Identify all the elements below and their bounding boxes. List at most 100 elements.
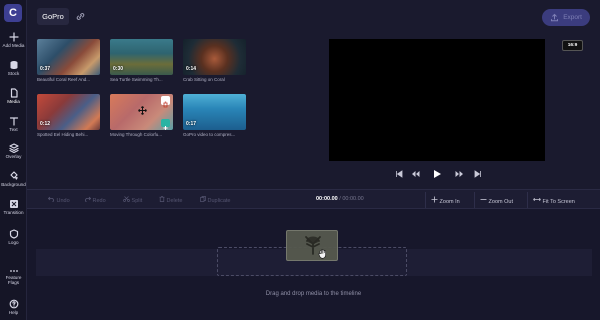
media-caption: Moving Through Colorfu... xyxy=(110,132,162,137)
file-icon xyxy=(10,88,18,98)
trash-icon xyxy=(159,196,165,202)
media-thumbnail[interactable]: 0:14 xyxy=(183,39,246,75)
aspect-ratio-button[interactable]: 16:9 xyxy=(562,40,583,51)
timeline-hint: Drag and drop media to the timeline xyxy=(265,291,362,297)
link-icon[interactable] xyxy=(76,12,85,21)
redo-icon xyxy=(85,196,92,203)
media-caption: Spotted Eel Hiding Behi... xyxy=(37,132,89,137)
sidebar-item-label: Logo xyxy=(8,240,19,245)
sidebar-item-label: Background xyxy=(1,182,26,187)
sidebar-item-label: Help xyxy=(8,310,19,315)
delete-button[interactable]: Delete xyxy=(159,196,182,204)
app-logo[interactable]: C xyxy=(4,4,22,22)
media-duration: 0:14 xyxy=(186,66,197,72)
split-button[interactable]: Split xyxy=(123,196,142,204)
help-icon xyxy=(9,299,18,309)
move-icon[interactable] xyxy=(138,106,147,115)
duplicate-label: Duplicate xyxy=(207,198,231,204)
duplicate-button[interactable]: Duplicate xyxy=(200,196,230,204)
timeline-toolbar: Undo Redo Split Delete Duplicate 00:00.0… xyxy=(27,189,600,209)
sidebar-item-label: Overlay xyxy=(5,154,22,159)
dots-icon xyxy=(9,270,18,272)
media-caption: GoPro video to compres... xyxy=(183,132,236,137)
toolbar-divider xyxy=(474,192,475,208)
trash-icon xyxy=(163,101,168,108)
sidebar-item-text[interactable]: Text xyxy=(0,116,27,132)
app-window: C Add Media Stock Media Text Overlay Bac… xyxy=(0,0,600,320)
sidebar-item-label-line2: Flags xyxy=(7,280,20,285)
scissors-icon xyxy=(123,196,130,202)
sidebar-item-label: Media xyxy=(7,99,20,104)
fit-icon xyxy=(533,198,541,201)
transition-icon xyxy=(9,200,18,208)
export-label: Export xyxy=(563,14,582,21)
upload-icon xyxy=(551,13,558,22)
media-thumbnail[interactable]: 0:30 xyxy=(110,39,173,75)
zoom-in-button[interactable]: Zoom In xyxy=(431,196,460,205)
minus-icon xyxy=(480,199,487,200)
redo-button[interactable]: Redo xyxy=(84,196,106,204)
paint-bucket-icon xyxy=(9,171,18,180)
zoom-out-label: Zoom Out xyxy=(488,199,513,205)
toolbar-divider xyxy=(425,192,426,208)
sidebar-item-help[interactable]: Help xyxy=(0,299,27,315)
shield-icon xyxy=(9,229,18,239)
sidebar-item-label: Text xyxy=(9,127,18,132)
current-time: 00:00.00 xyxy=(316,196,338,202)
media-thumbnail[interactable]: 0:37 xyxy=(37,39,100,75)
media-thumbnail[interactable]: 0:17 xyxy=(183,94,246,130)
grab-hand-icon xyxy=(318,249,326,259)
zoom-out-button[interactable]: Zoom Out xyxy=(480,196,513,205)
plus-icon xyxy=(8,32,19,42)
plus-icon xyxy=(163,126,168,130)
delete-label: Delete xyxy=(166,198,183,204)
undo-icon xyxy=(47,196,54,203)
undo-button[interactable]: Undo xyxy=(47,196,70,204)
export-button[interactable]: Export xyxy=(542,9,590,26)
add-to-timeline-button[interactable] xyxy=(161,119,170,130)
media-caption: Sea Turtle Swimming Th... xyxy=(110,77,163,82)
sidebar-item-logo[interactable]: Logo xyxy=(0,229,27,245)
project-tab[interactable]: GoPro xyxy=(37,8,69,25)
sidebar-item-label: Add Media xyxy=(2,43,25,48)
media-caption: Crab Sitting on Coral xyxy=(183,77,225,82)
sidebar-item-label: Transition xyxy=(3,210,24,215)
layers-icon xyxy=(8,143,19,153)
sidebar-item-stock[interactable]: Stock xyxy=(0,60,27,76)
delete-media-button[interactable] xyxy=(161,96,170,108)
media-duration: 0:17 xyxy=(186,121,197,127)
sidebar-item-background[interactable]: Background xyxy=(0,171,27,187)
media-thumbnail[interactable] xyxy=(110,94,173,130)
redo-label: Redo xyxy=(92,198,106,204)
copy-icon xyxy=(200,196,206,202)
dragged-clip[interactable] xyxy=(286,230,338,261)
sidebar-item-transition[interactable]: Transition xyxy=(0,199,27,215)
undo-label: Undo xyxy=(56,198,70,204)
skip-back-icon[interactable] xyxy=(395,170,403,178)
sidebar-item-feature-flags[interactable]: Feature Flags xyxy=(0,268,27,285)
media-duration: 0:30 xyxy=(113,66,124,72)
video-preview[interactable] xyxy=(329,39,545,161)
plus-icon xyxy=(431,196,438,203)
media-thumbnail[interactable]: 0:12 xyxy=(37,94,100,130)
sidebar-item-overlay[interactable]: Overlay xyxy=(0,143,27,159)
play-icon[interactable] xyxy=(432,169,442,179)
top-bar: GoPro Export xyxy=(27,0,600,34)
split-label: Split xyxy=(131,198,143,204)
text-icon xyxy=(9,117,18,126)
fast-forward-icon[interactable] xyxy=(455,170,464,178)
database-icon xyxy=(10,61,17,69)
playhead-time: 00:00.00 / 00:00.00 xyxy=(316,196,364,202)
skip-forward-icon[interactable] xyxy=(474,170,482,178)
fit-to-screen-button[interactable]: Fit To Screen xyxy=(533,196,575,205)
sidebar-item-label: Stock xyxy=(7,71,20,76)
media-duration: 0:37 xyxy=(40,66,51,72)
rewind-icon[interactable] xyxy=(411,170,420,178)
sidebar-item-add-media[interactable]: Add Media xyxy=(0,32,27,48)
media-caption: Beautiful Coral Reef And... xyxy=(37,77,91,82)
toolbar-divider xyxy=(527,192,528,208)
total-time: 00:00.00 xyxy=(342,196,364,202)
media-duration: 0:12 xyxy=(40,121,51,127)
sidebar-item-media[interactable]: Media xyxy=(0,88,27,104)
timeline[interactable]: Drag and drop media to the timeline xyxy=(27,209,600,320)
